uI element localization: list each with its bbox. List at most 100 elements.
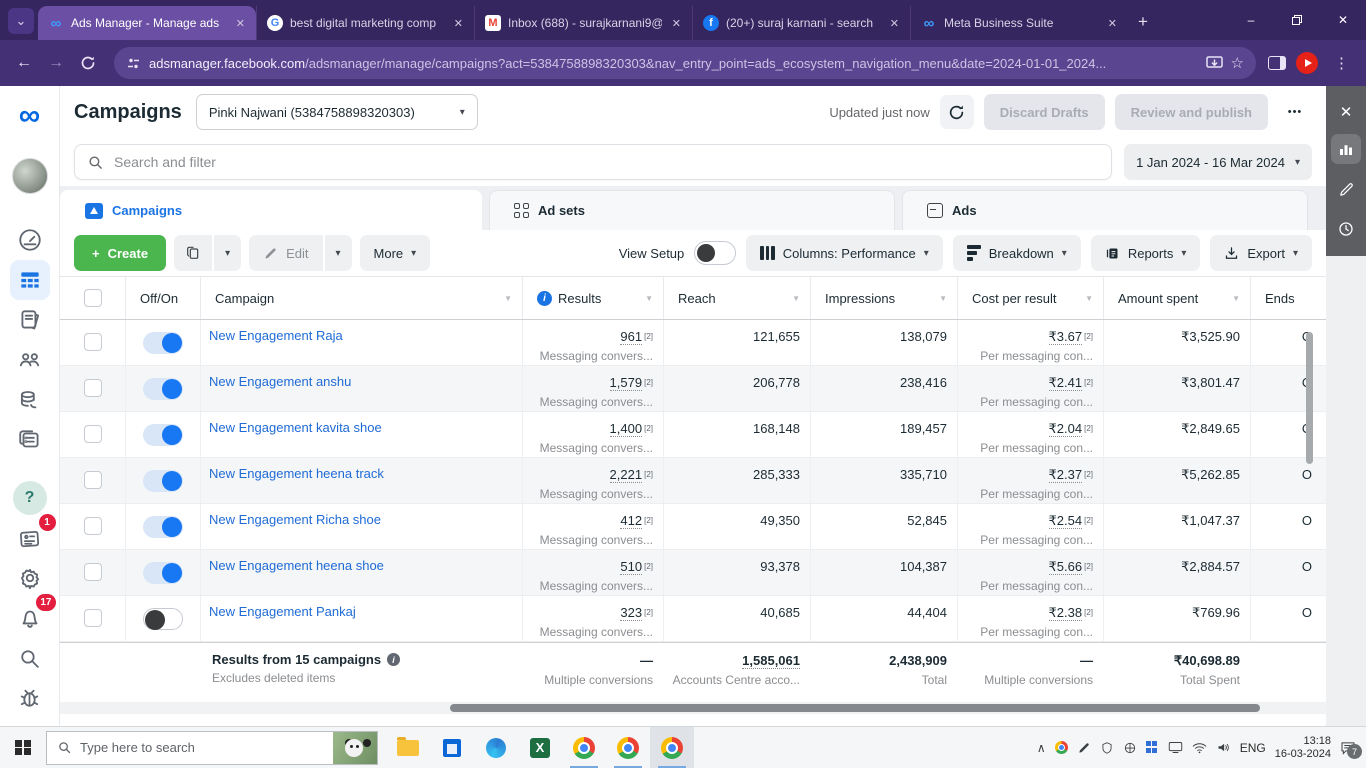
tray-display-icon[interactable] [1168, 741, 1183, 754]
header-impressions[interactable]: Impressions▼ [810, 277, 957, 319]
profile-avatar[interactable] [1296, 52, 1318, 74]
taskbar-search-input[interactable] [80, 740, 325, 755]
account-selector[interactable]: Pinki Najwani (5384758898320303) ▾ [196, 94, 478, 130]
new-tab-button[interactable]: + [1138, 12, 1148, 32]
campaign-toggle[interactable] [143, 424, 183, 446]
tab-close-icon[interactable]: ✕ [1105, 17, 1120, 30]
taskbar-chrome-1[interactable] [562, 727, 606, 768]
header-amount-spent[interactable]: Amount spent▼ [1103, 277, 1250, 319]
campaign-link[interactable]: New Engagement kavita shoe [201, 420, 390, 435]
date-range-selector[interactable]: 1 Jan 2024 - 16 Mar 2024 ▾ [1124, 144, 1312, 180]
discard-drafts-button[interactable]: Discard Drafts [984, 94, 1105, 130]
browser-tab-google-search[interactable]: G best digital marketing comp ✕ [256, 6, 474, 40]
cost-value[interactable]: ₹2.54 [1049, 513, 1083, 529]
forward-button[interactable]: → [42, 49, 70, 77]
sidebar-item-search[interactable] [10, 638, 50, 678]
browser-tab-meta-business-suite[interactable]: ∞ Meta Business Suite ✕ [910, 6, 1128, 40]
sidebar-item-whats-new[interactable]: 1 [10, 518, 50, 558]
tab-search-button[interactable]: ⌄ [8, 8, 34, 34]
sidebar-item-events-manager[interactable] [10, 420, 50, 460]
tab-close-icon[interactable]: ✕ [451, 17, 466, 30]
campaign-link[interactable]: New Engagement Richa shoe [201, 512, 389, 527]
campaign-link[interactable]: New Engagement anshu [201, 374, 359, 389]
close-panel-icon[interactable]: ✕ [1340, 100, 1353, 124]
sidebar-item-audiences[interactable] [10, 340, 50, 380]
taskbar-edge[interactable] [474, 727, 518, 768]
tab-ad-sets[interactable]: Ad sets [489, 190, 895, 230]
row-checkbox[interactable] [84, 471, 102, 489]
row-checkbox[interactable] [84, 333, 102, 351]
tray-security-icon[interactable] [1123, 741, 1137, 755]
taskbar-store[interactable] [430, 727, 474, 768]
results-value[interactable]: 412 [620, 513, 642, 529]
edit-panel-button[interactable] [1331, 174, 1361, 204]
sidebar-item-settings[interactable] [10, 558, 50, 598]
taskbar-file-explorer[interactable] [386, 727, 430, 768]
campaign-toggle[interactable] [143, 562, 183, 584]
sidebar-item-report-bug[interactable] [10, 678, 50, 718]
browser-tab-gmail[interactable]: M Inbox (688) - surajkarnani9@ ✕ [474, 6, 692, 40]
taskbar-clock[interactable]: 13:18 16-03-2024 [1275, 735, 1331, 761]
tab-close-icon[interactable]: ✕ [887, 17, 902, 30]
tray-volume-icon[interactable] [1216, 741, 1231, 754]
tab-close-icon[interactable]: ✕ [233, 17, 248, 30]
info-icon[interactable]: i [387, 653, 400, 666]
vertical-scrollbar-thumb[interactable] [1306, 332, 1313, 464]
campaign-toggle[interactable] [143, 378, 183, 400]
campaign-link[interactable]: New Engagement heena track [201, 466, 392, 481]
site-controls-icon[interactable] [126, 56, 141, 71]
cost-value[interactable]: ₹3.67 [1049, 329, 1083, 345]
history-panel-button[interactable] [1331, 214, 1361, 244]
browser-tab-facebook[interactable]: f (20+) suraj karnani - search ✕ [692, 6, 910, 40]
cost-value[interactable]: ₹2.37 [1049, 467, 1083, 483]
sidebar-item-billing[interactable] [10, 380, 50, 420]
campaign-toggle[interactable] [143, 516, 183, 538]
row-checkbox[interactable] [84, 563, 102, 581]
row-checkbox[interactable] [84, 517, 102, 535]
duplicate-button[interactable] [174, 235, 212, 271]
tab-campaigns[interactable]: Campaigns [60, 190, 482, 230]
start-button[interactable] [0, 727, 46, 768]
tray-pen-icon[interactable] [1077, 741, 1091, 755]
reload-button[interactable] [74, 49, 102, 77]
tab-close-icon[interactable]: ✕ [669, 17, 684, 30]
results-value[interactable]: 961 [620, 329, 642, 345]
sidebar-item-ads-reporting[interactable] [10, 300, 50, 340]
side-panel-icon[interactable] [1268, 56, 1286, 70]
taskbar-search[interactable] [46, 731, 378, 765]
campaign-toggle[interactable] [143, 332, 183, 354]
results-value[interactable]: 2,221 [610, 467, 643, 483]
install-app-icon[interactable] [1206, 56, 1223, 71]
reports-button[interactable]: Reports ▾ [1091, 235, 1201, 271]
tray-chrome-icon[interactable] [1055, 741, 1068, 754]
campaign-link[interactable]: New Engagement heena shoe [201, 558, 392, 573]
row-checkbox[interactable] [84, 425, 102, 443]
language-indicator[interactable]: ENG [1240, 741, 1266, 755]
edit-dropdown-button[interactable]: ▾ [325, 235, 352, 271]
header-campaign[interactable]: Campaign▼ [200, 277, 522, 319]
sidebar-item-campaigns[interactable] [10, 260, 50, 300]
campaign-toggle[interactable] [143, 470, 183, 492]
scrollbar-thumb[interactable] [450, 704, 1260, 712]
sidebar-item-account-overview[interactable] [10, 220, 50, 260]
tray-teams-icon[interactable] [1146, 741, 1159, 754]
insights-chart-button[interactable] [1331, 134, 1361, 164]
browser-menu-icon[interactable]: ⋮ [1328, 54, 1356, 72]
search-filter-bar[interactable] [74, 144, 1112, 180]
duplicate-dropdown-button[interactable]: ▾ [214, 235, 241, 271]
row-checkbox[interactable] [84, 609, 102, 627]
taskbar-excel[interactable]: X [518, 727, 562, 768]
breakdown-button[interactable]: Breakdown ▾ [953, 235, 1081, 271]
taskbar-chrome-2[interactable] [606, 727, 650, 768]
export-button[interactable]: Export ▾ [1210, 235, 1312, 271]
campaign-link[interactable]: New Engagement Pankaj [201, 604, 364, 619]
close-window-button[interactable]: ✕ [1320, 0, 1366, 40]
more-button[interactable]: More ▾ [360, 235, 431, 271]
header-ends[interactable]: Ends [1250, 277, 1326, 319]
notification-center-icon[interactable]: 7 [1340, 740, 1356, 755]
tray-expand-icon[interactable]: ∧ [1037, 741, 1046, 755]
cost-value[interactable]: ₹2.41 [1049, 375, 1083, 391]
results-value[interactable]: 1,400 [610, 421, 643, 437]
address-bar[interactable]: adsmanager.facebook.com/adsmanager/manag… [114, 47, 1256, 79]
results-value[interactable]: 323 [620, 605, 642, 621]
